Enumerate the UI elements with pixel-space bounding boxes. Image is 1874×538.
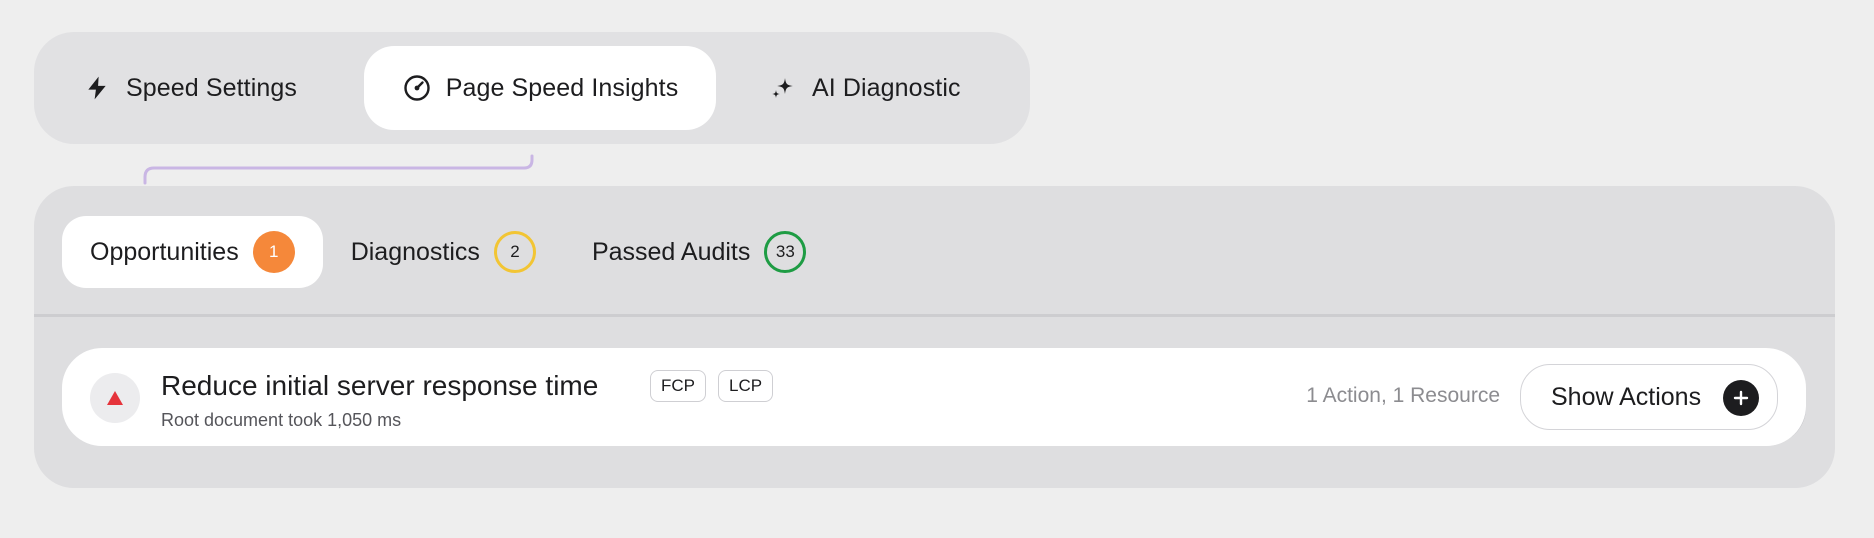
count-badge: 33 <box>764 231 807 273</box>
metric-tags: FCP LCP <box>650 370 785 402</box>
show-actions-button[interactable]: Show Actions <box>1520 364 1778 430</box>
sparkles-icon <box>768 73 798 103</box>
top-tab-bar: Speed Settings Page Speed Insights AI Di… <box>34 32 1030 144</box>
tab-label: Opportunities <box>90 237 239 266</box>
tab-label: Passed Audits <box>591 237 751 266</box>
metric-tag: LCP <box>718 370 774 402</box>
divider <box>34 314 1835 317</box>
tab-label: Page Speed Insights <box>445 73 679 102</box>
audit-category-tabs: Opportunities 1 Diagnostics 2 Passed Aud… <box>62 216 834 288</box>
gauge-icon <box>402 73 432 103</box>
tab-label: Diagnostics <box>350 237 480 266</box>
tab-connector-line <box>143 154 534 185</box>
tab-label: Speed Settings <box>126 73 297 102</box>
tab-page-speed-insights[interactable]: Page Speed Insights <box>364 46 716 130</box>
tab-diagnostics[interactable]: Diagnostics 2 <box>323 216 564 288</box>
audit-action-count: 1 Action, 1 Resource <box>1306 384 1500 407</box>
audit-subtitle: Root document took 1,050 ms <box>161 410 402 430</box>
plus-icon <box>1723 380 1759 416</box>
triangle-warning-icon <box>90 373 140 423</box>
tab-ai-diagnostic[interactable]: AI Diagnostic <box>768 46 961 130</box>
tab-label: AI Diagnostic <box>812 73 961 102</box>
count-badge: 1 <box>252 231 295 273</box>
audit-card[interactable]: Reduce initial server response time FCP … <box>62 348 1806 446</box>
tab-opportunities[interactable]: Opportunities 1 <box>62 216 323 288</box>
insights-panel: Opportunities 1 Diagnostics 2 Passed Aud… <box>34 186 1835 488</box>
audit-title: Reduce initial server response time <box>161 370 599 401</box>
lightning-icon <box>82 73 112 103</box>
tab-passed-audits[interactable]: Passed Audits 33 <box>564 216 834 288</box>
tab-speed-settings[interactable]: Speed Settings <box>82 46 297 130</box>
count-badge: 2 <box>493 231 536 273</box>
button-label: Show Actions <box>1551 382 1702 411</box>
metric-tag: FCP <box>650 370 706 402</box>
